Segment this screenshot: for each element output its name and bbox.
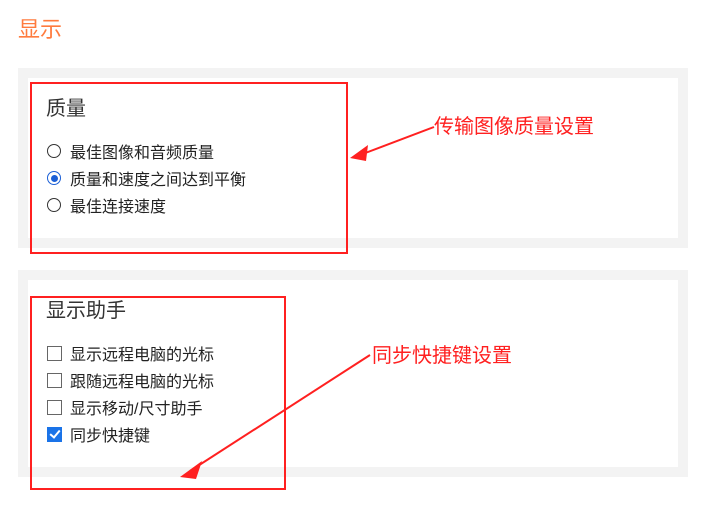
quality-option-best-quality[interactable]: 最佳图像和音频质量 [46,139,660,163]
checkbox-icon [46,345,62,361]
option-label: 显示移动/尺寸助手 [70,395,202,419]
quality-section-inner: 质量 最佳图像和音频质量 质量和速度之间达到平衡 最佳连接速度 [28,78,678,238]
radio-icon [46,170,62,186]
radio-icon [46,143,62,159]
option-label: 最佳图像和音频质量 [70,139,214,163]
quality-option-best-speed[interactable]: 最佳连接速度 [46,193,660,217]
annotation-text-shortcut: 同步快捷键设置 [372,339,512,368]
annotation-text-quality: 传输图像质量设置 [434,110,594,139]
quality-option-balanced[interactable]: 质量和速度之间达到平衡 [46,166,660,190]
display-helpers-section-inner: 显示助手 显示远程电脑的光标 跟随远程电脑的光标 显示移动/尺寸助手 同步快捷键 [28,280,678,467]
option-label: 跟随远程电脑的光标 [70,368,214,392]
radio-icon [46,197,62,213]
display-option-sync-shortcuts[interactable]: 同步快捷键 [46,422,660,446]
display-helpers-section-title: 显示助手 [46,294,660,323]
option-label: 同步快捷键 [70,422,150,446]
checkbox-icon [46,426,62,442]
checkbox-icon [46,372,62,388]
option-label: 最佳连接速度 [70,193,166,217]
display-helpers-section: 显示助手 显示远程电脑的光标 跟随远程电脑的光标 显示移动/尺寸助手 同步快捷键 [18,270,688,477]
display-option-show-remote-cursor[interactable]: 显示远程电脑的光标 [46,341,660,365]
page-title: 显示 [18,12,688,44]
option-label: 质量和速度之间达到平衡 [70,166,246,190]
option-label: 显示远程电脑的光标 [70,341,214,365]
display-option-follow-remote-cursor[interactable]: 跟随远程电脑的光标 [46,368,660,392]
display-option-show-resize-helper[interactable]: 显示移动/尺寸助手 [46,395,660,419]
checkbox-icon [46,399,62,415]
quality-section: 质量 最佳图像和音频质量 质量和速度之间达到平衡 最佳连接速度 [18,68,688,248]
